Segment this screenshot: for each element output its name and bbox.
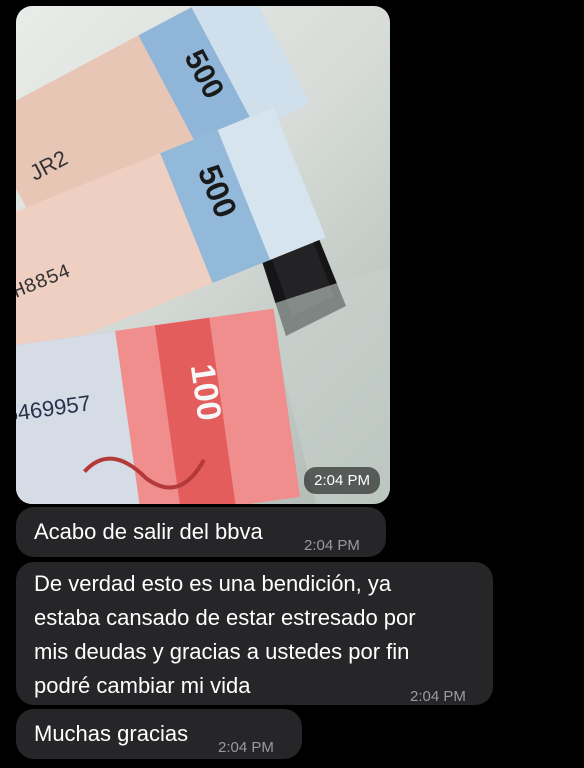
message-line: estaba cansado de estar estresado por bbox=[34, 605, 416, 630]
message-text: Acabo de salir del bbva bbox=[34, 519, 263, 544]
message-timestamp: 2:04 PM bbox=[218, 739, 274, 756]
photo-message[interactable]: 500 JR2 500 AH8854 100 6469957 2:04 PM bbox=[16, 6, 390, 504]
message-line: mis deudas y gracias a ustedes por fin bbox=[34, 639, 410, 664]
chat-thread: 500 JR2 500 AH8854 100 6469957 2:04 PM A… bbox=[0, 0, 584, 768]
svg-text:100: 100 bbox=[183, 362, 229, 423]
message-timestamp: 2:04 PM bbox=[410, 688, 466, 705]
message-line: De verdad esto es una bendición, ya bbox=[34, 571, 392, 596]
photo-timestamp: 2:04 PM bbox=[304, 467, 380, 494]
message-text: Muchas gracias bbox=[34, 721, 189, 746]
message-bubble[interactable]: Muchas gracias 2:04 PM bbox=[16, 709, 302, 759]
message-bubble[interactable]: De verdad esto es una bendición, ya esta… bbox=[16, 562, 493, 705]
message-bubble[interactable]: Acabo de salir del bbva 2:04 PM bbox=[16, 507, 386, 557]
message-timestamp: 2:04 PM bbox=[304, 537, 360, 554]
photo-banknotes: 500 JR2 500 AH8854 100 6469957 bbox=[16, 6, 390, 504]
message-line: podré cambiar mi vida bbox=[34, 673, 251, 698]
message-text: De verdad esto es una bendición, ya esta… bbox=[34, 568, 416, 704]
